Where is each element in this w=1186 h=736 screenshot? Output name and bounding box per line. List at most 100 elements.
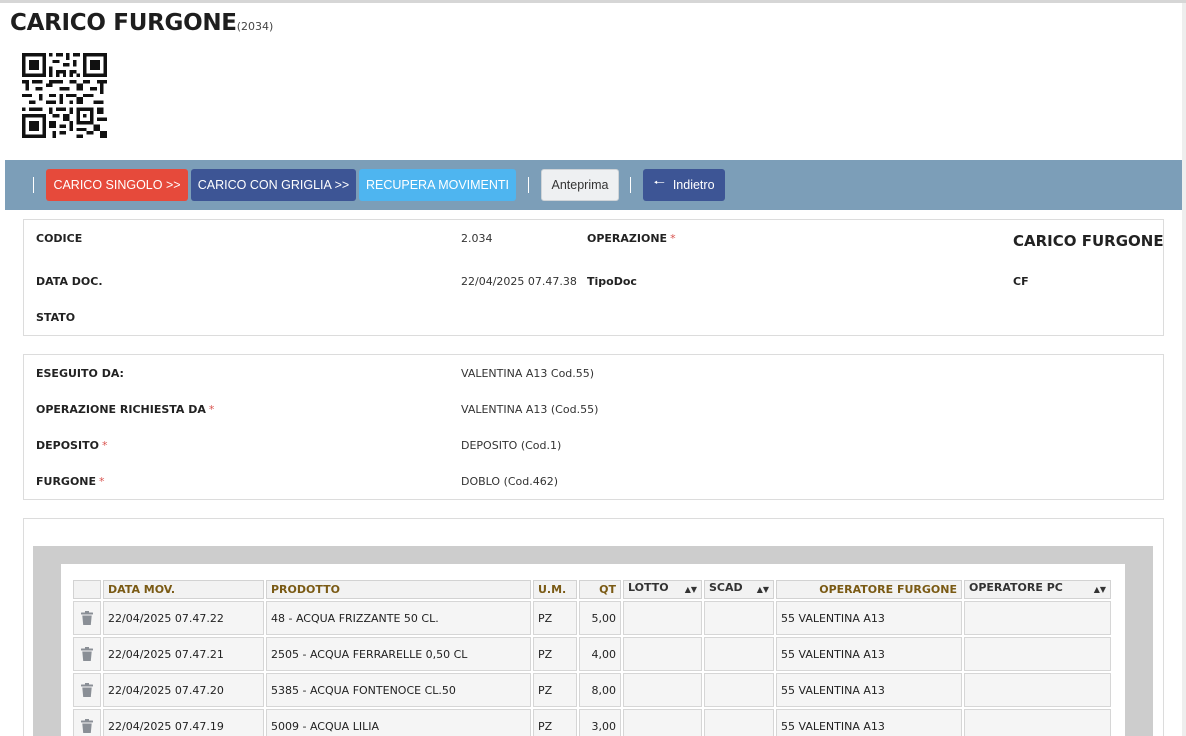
data-doc-value: 22/04/2025 07.47.38 [461,275,577,288]
cell-data-mov: 22/04/2025 07.47.21 [103,637,264,671]
document-info-panel: CODICE 2.034 OPERAZIONE * CARICO FURGONE … [23,219,1164,336]
arrow-left-icon: 🠐 [653,175,665,190]
cell-operatore-pc [964,709,1111,736]
movements-table: DATA MOV. PRODOTTO U.M. QT LOTTO ▲▼ SCAD ▲… [71,578,1113,736]
cell-scad [704,673,774,707]
cell-prodotto: 5385 - ACQUA FONTENOCE CL.50 [266,673,531,707]
page-title: CARICO FURGONE(2034) [10,10,274,36]
cell-um: PZ [533,637,577,671]
indietro-button[interactable]: 🠐 Indietro [643,169,725,201]
eseguito-value: VALENTINA A13 Cod.55) [461,367,595,380]
sort-icon[interactable]: ▲▼ [1094,581,1106,598]
stato-label: STATO [36,311,76,324]
trash-icon[interactable] [81,719,93,733]
required-marker: * [101,439,108,452]
richiesta-label: OPERAZIONE RICHIESTA DA * [36,403,215,416]
cell-lotto [623,709,702,736]
cell-data-mov: 22/04/2025 07.47.19 [103,709,264,736]
required-marker: * [208,403,215,416]
operazione-label: OPERAZIONE * [587,232,676,245]
row-actions-cell [73,709,101,736]
actions-column-header [73,580,101,599]
column-header-qt[interactable]: QT [579,580,621,599]
cell-operatore-pc [964,601,1111,635]
carico-con-griglia-button[interactable]: CARICO CON GRIGLIA >> [191,169,356,201]
cell-qt: 4,00 [579,637,621,671]
row-actions-cell [73,673,101,707]
toolbar-separator [33,177,34,193]
cell-operatore-furgone: 55 VALENTINA A13 [776,637,962,671]
sort-icon[interactable]: ▲▼ [685,581,697,598]
trash-icon[interactable] [81,683,93,697]
column-header-operatore-pc[interactable]: OPERATORE PC ▲▼ [964,580,1111,599]
cell-operatore-furgone: 55 VALENTINA A13 [776,673,962,707]
cell-scad [704,637,774,671]
cell-data-mov: 22/04/2025 07.47.22 [103,601,264,635]
row-actions-cell [73,637,101,671]
eseguito-label: ESEGUITO DA: [36,367,124,380]
trash-icon[interactable] [81,611,93,625]
table-row: 22/04/2025 07.47.20 5385 - ACQUA FONTENO… [73,673,1111,707]
cell-um: PZ [533,601,577,635]
page-title-code: (2034) [236,20,274,33]
cell-operatore-furgone: 55 VALENTINA A13 [776,709,962,736]
required-marker: * [670,232,676,245]
column-header-scad[interactable]: SCAD ▲▼ [704,580,774,599]
movements-grid: DATA MOV. PRODOTTO U.M. QT LOTTO ▲▼ SCAD ▲… [61,564,1125,736]
table-body: 22/04/2025 07.47.22 48 - ACQUA FRIZZANTE… [73,601,1111,736]
column-header-operatore-furgone[interactable]: OPERATORE FURGONE [776,580,962,599]
cell-lotto [623,673,702,707]
table-row: 22/04/2025 07.47.21 2505 - ACQUA FERRARE… [73,637,1111,671]
cell-operatore-furgone: 55 VALENTINA A13 [776,601,962,635]
furgone-label: FURGONE * [36,475,105,488]
richiesta-value: VALENTINA A13 (Cod.55) [461,403,599,416]
cell-scad [704,709,774,736]
anteprima-button[interactable]: Anteprima [541,169,619,201]
cell-prodotto: 48 - ACQUA FRIZZANTE 50 CL. [266,601,531,635]
cell-operatore-pc [964,673,1111,707]
action-toolbar: CARICO SINGOLO >> CARICO CON GRIGLIA >> … [5,160,1182,210]
column-header-prodotto[interactable]: PRODOTTO [266,580,531,599]
deposito-label: DEPOSITO * [36,439,108,452]
data-doc-label: DATA DOC. [36,275,103,288]
trash-icon[interactable] [81,647,93,661]
column-header-lotto[interactable]: LOTTO ▲▼ [623,580,702,599]
qr-code-image [22,53,107,138]
cell-lotto [623,637,702,671]
toolbar-separator [630,177,631,193]
cell-um: PZ [533,709,577,736]
row-actions-cell [73,601,101,635]
required-marker: * [99,475,105,488]
cell-lotto [623,601,702,635]
tipodoc-label: TipoDoc [587,275,637,288]
tipodoc-value: CF [1013,275,1029,288]
recupera-movimenti-button[interactable]: RECUPERA MOVIMENTI [359,169,516,201]
top-border [0,0,1186,3]
operazione-value: CARICO FURGONE [1013,232,1164,250]
sort-icon[interactable]: ▲▼ [757,581,769,598]
codice-value: 2.034 [461,232,493,245]
column-header-data-mov[interactable]: DATA MOV. [103,580,264,599]
table-header-row: DATA MOV. PRODOTTO U.M. QT LOTTO ▲▼ SCAD ▲… [73,580,1111,599]
table-row: 22/04/2025 07.47.22 48 - ACQUA FRIZZANTE… [73,601,1111,635]
cell-qt: 5,00 [579,601,621,635]
movements-grid-frame: DATA MOV. PRODOTTO U.M. QT LOTTO ▲▼ SCAD ▲… [33,546,1153,736]
cell-scad [704,601,774,635]
table-row: 22/04/2025 07.47.19 5009 - ACQUA LILIA P… [73,709,1111,736]
indietro-label: Indietro [672,178,715,192]
details-panel: ESEGUITO DA: VALENTINA A13 Cod.55) OPERA… [23,354,1164,500]
cell-um: PZ [533,673,577,707]
toolbar-separator [528,177,529,193]
column-header-um[interactable]: U.M. [533,580,577,599]
cell-prodotto: 2505 - ACQUA FERRARELLE 0,50 CL [266,637,531,671]
cell-operatore-pc [964,637,1111,671]
deposito-value: DEPOSITO (Cod.1) [461,439,562,452]
cell-prodotto: 5009 - ACQUA LILIA [266,709,531,736]
cell-qt: 8,00 [579,673,621,707]
cell-qt: 3,00 [579,709,621,736]
cell-data-mov: 22/04/2025 07.47.20 [103,673,264,707]
carico-singolo-button[interactable]: CARICO SINGOLO >> [46,169,188,201]
scrollbar-track[interactable] [1182,3,1186,736]
codice-label: CODICE [36,232,83,245]
furgone-value: DOBLO (Cod.462) [461,475,559,488]
